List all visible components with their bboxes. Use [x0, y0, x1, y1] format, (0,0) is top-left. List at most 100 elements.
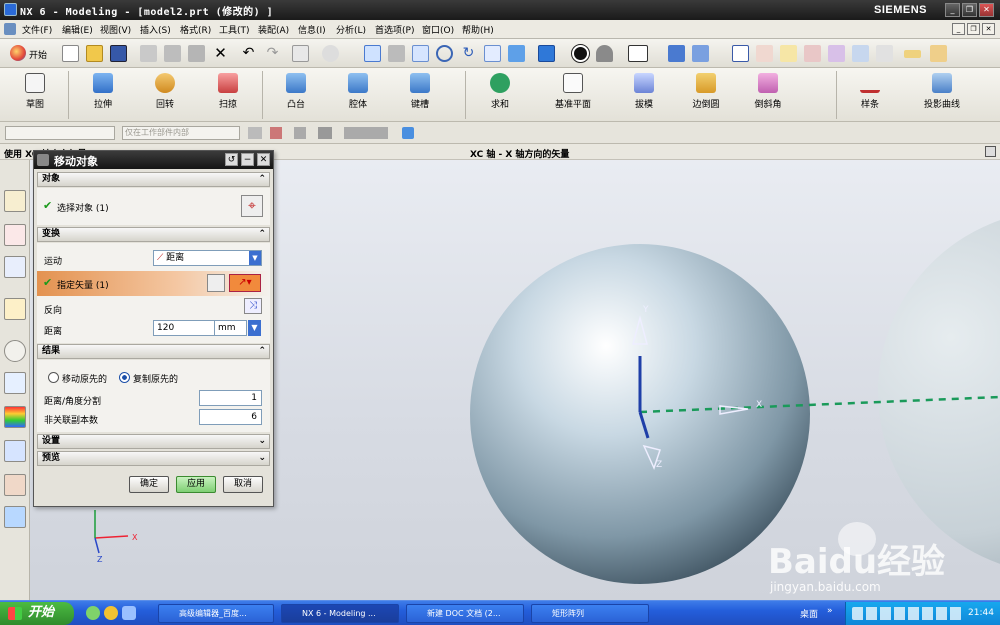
- snap-mid-icon[interactable]: [780, 45, 797, 62]
- menu-insert[interactable]: 插入(S): [140, 23, 171, 36]
- reuse-library-tab[interactable]: [4, 298, 26, 320]
- pan-icon[interactable]: [484, 45, 501, 62]
- background-icon[interactable]: [628, 45, 648, 62]
- tray-icons[interactable]: [852, 607, 962, 620]
- ok-button[interactable]: 确定: [129, 476, 169, 493]
- fit-icon[interactable]: [364, 45, 381, 62]
- menu-edit[interactable]: 编辑(E): [62, 23, 93, 36]
- snap-end-icon[interactable]: [756, 45, 773, 62]
- orient-view-icon[interactable]: [538, 45, 555, 62]
- vector-type-select[interactable]: ↗▾: [229, 274, 261, 292]
- history-tab[interactable]: [4, 340, 26, 362]
- sphere-copy[interactable]: [878, 210, 1000, 574]
- datum-plane-button[interactable]: 基准平面: [543, 71, 603, 119]
- snap-point-icon[interactable]: [732, 45, 749, 62]
- redo-icon[interactable]: ↷: [264, 45, 281, 62]
- dialog-title-bar[interactable]: 移动对象 ↺ − ✕: [34, 151, 273, 169]
- reverse-direction-button[interactable]: ⤨: [244, 298, 262, 314]
- close-button[interactable]: ✕: [979, 3, 994, 17]
- section-icon[interactable]: [668, 45, 685, 62]
- snap-quadrant-icon[interactable]: [876, 45, 893, 62]
- render-style-icon[interactable]: [571, 44, 590, 63]
- roles-tab[interactable]: [4, 406, 26, 428]
- preview-group-header[interactable]: 预览 ⌄: [37, 451, 270, 466]
- desktop-expand-icon[interactable]: »: [827, 606, 833, 616]
- snap-arc-icon[interactable]: [852, 45, 869, 62]
- dialog-close-icon[interactable]: ✕: [257, 153, 270, 166]
- measure-distance-icon[interactable]: [904, 50, 921, 58]
- motion-select[interactable]: ⟋ 距离 ▼: [153, 250, 262, 266]
- specify-vector-row[interactable]: ✔ 指定矢量 (1) ↗▾: [37, 271, 270, 296]
- menu-format[interactable]: 格式(R): [180, 23, 211, 36]
- result-group-header[interactable]: 结果 ⌃: [37, 344, 270, 359]
- extrude-button[interactable]: 拉伸: [73, 71, 133, 119]
- apply-button[interactable]: 应用: [176, 476, 216, 493]
- save-icon[interactable]: [110, 45, 127, 62]
- cancel-button[interactable]: 取消: [223, 476, 263, 493]
- quick-launch-browser-icon[interactable]: [104, 606, 118, 620]
- quick-launch-app-icon[interactable]: [122, 606, 136, 620]
- project-curve-button[interactable]: 投影曲线: [912, 71, 972, 119]
- wcs-icon[interactable]: [692, 45, 709, 62]
- restore-button[interactable]: ❐: [962, 3, 977, 17]
- edge-blend-button[interactable]: 边倒圆: [676, 71, 736, 119]
- menu-tools[interactable]: 工具(T): [219, 23, 250, 36]
- type-filter-select[interactable]: [5, 126, 115, 140]
- shaded-icon[interactable]: [596, 45, 613, 62]
- perspective-icon[interactable]: [508, 45, 525, 62]
- selection-eye-icon[interactable]: [322, 45, 339, 62]
- start-button[interactable]: 开始: [29, 48, 47, 61]
- menu-help[interactable]: 帮助(H): [462, 23, 494, 36]
- select-object-button[interactable]: ⌖: [241, 195, 263, 217]
- menu-window[interactable]: 窗口(O): [422, 23, 454, 36]
- task-editor[interactable]: 高级编辑器_百度...: [158, 604, 274, 623]
- menu-view[interactable]: 视图(V): [100, 23, 131, 36]
- scope-filter-select[interactable]: 仅在工作部件内部: [122, 126, 240, 140]
- object-group-header[interactable]: 对象 ⌃: [37, 172, 270, 187]
- unite-button[interactable]: 求和: [470, 71, 530, 119]
- zoom-window-icon[interactable]: [388, 45, 405, 62]
- doc-close-button[interactable]: ✕: [982, 23, 995, 35]
- visual-effects-tab[interactable]: [4, 506, 26, 528]
- cut-icon[interactable]: [140, 45, 157, 62]
- assembly-nav-icon[interactable]: [402, 127, 414, 139]
- zoom-icon[interactable]: [412, 45, 429, 62]
- new-file-icon[interactable]: [62, 45, 79, 62]
- copies-input[interactable]: 6: [199, 409, 262, 425]
- process-studio-tab[interactable]: [4, 372, 26, 394]
- assembly-navigator-tab[interactable]: [4, 190, 26, 212]
- settings-group-header[interactable]: 设置 ⌄: [37, 434, 270, 449]
- minimize-button[interactable]: _: [945, 3, 960, 17]
- copy-original-radio[interactable]: [119, 372, 130, 383]
- task-nx[interactable]: NX 6 - Modeling ...: [281, 604, 399, 623]
- paste-icon[interactable]: [188, 45, 205, 62]
- delete-icon[interactable]: ✕: [212, 45, 229, 62]
- copy-icon[interactable]: [164, 45, 181, 62]
- doc-restore-button[interactable]: ❐: [967, 23, 980, 35]
- open-folder-icon[interactable]: [86, 45, 103, 62]
- reset-icon[interactable]: ↺: [225, 153, 238, 166]
- slot-button[interactable]: 键槽: [390, 71, 450, 119]
- distance-options-icon[interactable]: ▼: [248, 320, 261, 336]
- cue-options-icon[interactable]: [985, 146, 996, 157]
- distance-input[interactable]: 120: [153, 320, 215, 336]
- boss-button[interactable]: 凸台: [266, 71, 326, 119]
- snap-control-icon[interactable]: [804, 45, 821, 62]
- quick-launch-ie-icon[interactable]: [86, 606, 100, 620]
- sweep-button[interactable]: 扫掠: [198, 71, 258, 119]
- part-navigator-tab[interactable]: [4, 256, 26, 278]
- info-icon[interactable]: [292, 45, 309, 62]
- menu-file[interactable]: 文件(F): [22, 23, 52, 36]
- menu-assembly[interactable]: 装配(A): [258, 23, 289, 36]
- collapse-icon[interactable]: −: [241, 153, 254, 166]
- undo-icon[interactable]: ↶: [240, 45, 257, 62]
- revolve-button[interactable]: 回转: [135, 71, 195, 119]
- menu-info[interactable]: 信息(I): [298, 23, 326, 36]
- menu-preferences[interactable]: 首选项(P): [375, 23, 414, 36]
- task-folder[interactable]: 矩形阵列: [531, 604, 649, 623]
- transform-group-header[interactable]: 变换 ⌃: [37, 227, 270, 242]
- magnify-icon[interactable]: [436, 45, 453, 62]
- snap-intersect-icon[interactable]: [828, 45, 845, 62]
- spline-button[interactable]: 样条: [840, 71, 900, 119]
- draft-button[interactable]: 拔模: [614, 71, 674, 119]
